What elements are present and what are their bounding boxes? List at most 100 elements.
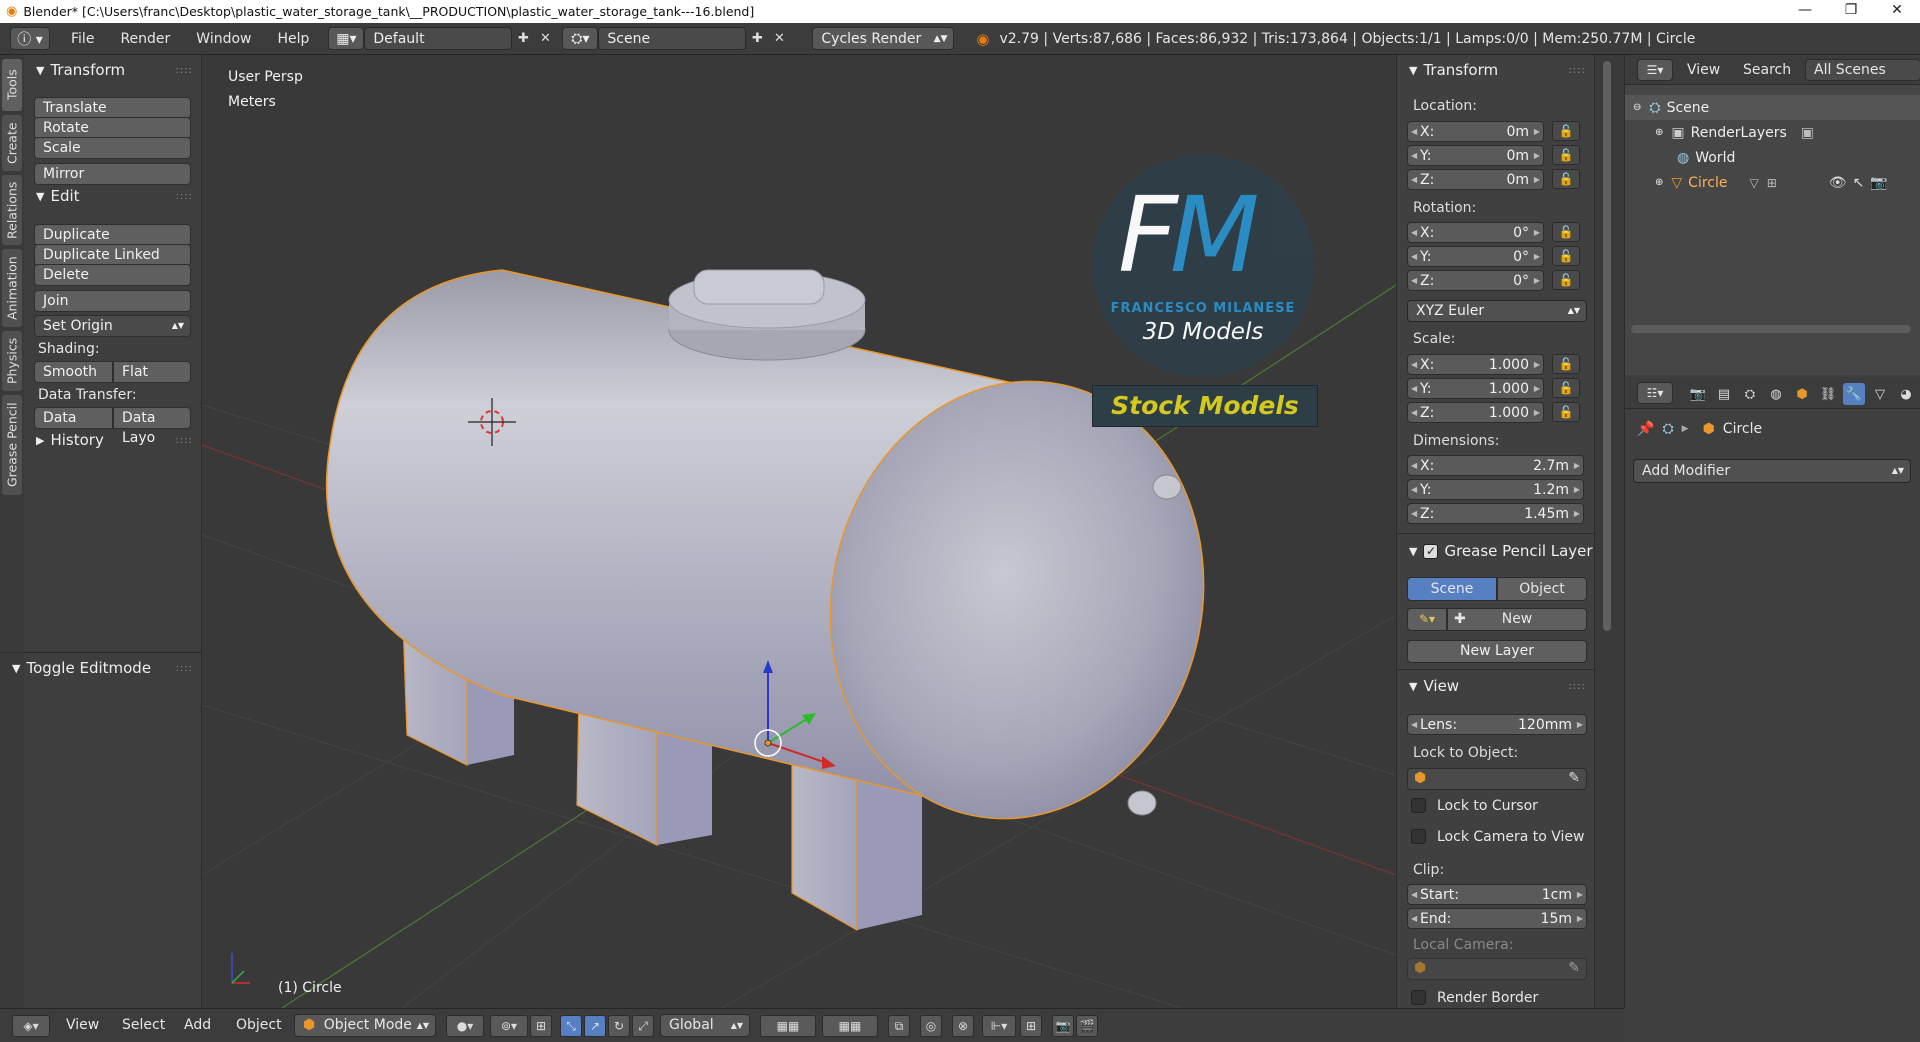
scene-field[interactable]: Scene bbox=[598, 27, 747, 50]
3d-viewport[interactable]: User Persp Meters (1) Circle FM FRANCESC… bbox=[202, 55, 1396, 1008]
translate-button[interactable]: Translate bbox=[34, 97, 191, 119]
outliner-menu-search[interactable]: Search bbox=[1743, 62, 1791, 78]
transform-orientation-dropdown[interactable]: Global ▲▼ bbox=[660, 1014, 750, 1037]
world-tab-icon[interactable]: ◍ bbox=[1765, 383, 1787, 405]
eyedropper-icon[interactable]: ✎ bbox=[1568, 770, 1580, 786]
tab-tools[interactable]: Tools bbox=[2, 59, 22, 111]
menu-object[interactable]: Object bbox=[236, 1017, 282, 1033]
local-camera-field[interactable]: ⬢ ✎ bbox=[1407, 958, 1587, 980]
menu-add[interactable]: Add bbox=[184, 1017, 211, 1033]
outliner-row-renderlayers[interactable]: ⊕ ▣ RenderLayers ▣ bbox=[1625, 120, 1920, 145]
lens-field[interactable]: ◀ Lens: 120mm ▶ bbox=[1407, 714, 1587, 735]
history-panel-header[interactable]: ▶ History bbox=[36, 431, 104, 449]
lock-icon[interactable]: 🔓 bbox=[1552, 145, 1580, 165]
lock-camera-layers-icon[interactable]: ⧉ bbox=[888, 1015, 910, 1037]
render-layers-tab-icon[interactable]: ▤ bbox=[1713, 383, 1735, 405]
grease-scene-toggle[interactable]: Scene bbox=[1407, 577, 1497, 601]
tab-create[interactable]: Create bbox=[2, 115, 22, 171]
modifier-icon[interactable]: ⊞ bbox=[1767, 176, 1777, 190]
render-engine-dropdown[interactable]: Cycles Render ▲▼ bbox=[812, 27, 955, 50]
outliner-hscrollbar[interactable] bbox=[1631, 325, 1911, 333]
menu-file[interactable]: File bbox=[58, 31, 107, 47]
screen-layout-field[interactable]: Default bbox=[364, 27, 513, 50]
menu-select[interactable]: Select bbox=[122, 1017, 165, 1033]
expand-icon[interactable]: ⊕ bbox=[1655, 177, 1663, 188]
duplicate-linked-button[interactable]: Duplicate Linked bbox=[34, 244, 191, 266]
collapse-icon[interactable]: ⊖ bbox=[1633, 102, 1641, 113]
constraints-tab-icon[interactable]: ⛓ bbox=[1817, 383, 1839, 405]
lock-icon[interactable]: 🔓 bbox=[1552, 169, 1580, 189]
add-scene-icon[interactable]: ✚ bbox=[746, 28, 768, 50]
rotation-mode-dropdown[interactable]: XYZ Euler ▲▼ bbox=[1407, 300, 1587, 322]
restore-button[interactable]: ❐ bbox=[1828, 0, 1874, 23]
visibility-eye-icon[interactable]: 👁 bbox=[1829, 175, 1847, 191]
outliner-row-circle[interactable]: ⊕ ▽ Circle ▽ ⊞ 👁 ↖ 📷 bbox=[1625, 170, 1920, 195]
properties-editor-type-icon[interactable]: ☷▾ bbox=[1637, 382, 1673, 404]
editor-type-info-button[interactable]: ⓘ ▾ bbox=[10, 27, 50, 50]
tab-grease-pencil[interactable]: Grease Pencil bbox=[2, 395, 22, 495]
mirror-button[interactable]: Mirror bbox=[34, 163, 191, 185]
dimension-x-field[interactable]: ◀ X: 2.7m ▶ bbox=[1407, 455, 1584, 476]
scene-icon-button[interactable]: ⛭▾ bbox=[562, 27, 599, 50]
lock-icon[interactable]: 🔓 bbox=[1552, 354, 1580, 374]
transform-panel-header[interactable]: ▼ Transform bbox=[36, 61, 125, 79]
pencil-icon[interactable]: ✎▾ bbox=[1407, 608, 1447, 631]
outliner-display-filter[interactable]: All Scenes bbox=[1805, 59, 1920, 81]
outliner-menu-view[interactable]: View bbox=[1687, 62, 1720, 78]
menu-window[interactable]: Window bbox=[183, 31, 264, 47]
drag-handle-icon[interactable]: :::: bbox=[176, 65, 193, 76]
menu-render[interactable]: Render bbox=[107, 31, 183, 47]
view-panel-header[interactable]: ▼ View bbox=[1409, 677, 1459, 695]
grease-pencil-checkbox[interactable]: ✓ bbox=[1423, 543, 1439, 559]
data-transfer-button[interactable]: Data bbox=[34, 407, 113, 429]
clip-end-field[interactable]: ◀ End: 15m ▶ bbox=[1407, 908, 1587, 929]
lock-icon[interactable]: 🔓 bbox=[1552, 222, 1580, 242]
manipulator-toggle-icon[interactable]: ⊞ bbox=[530, 1015, 552, 1037]
clip-start-field[interactable]: ◀ Start: 1cm ▶ bbox=[1407, 884, 1587, 905]
selectable-cursor-icon[interactable]: ↖ bbox=[1853, 175, 1865, 191]
data-tab-icon[interactable]: ▽ bbox=[1869, 383, 1891, 405]
duplicate-button[interactable]: Duplicate bbox=[34, 224, 191, 246]
edit-panel-header[interactable]: ▼ Edit bbox=[36, 187, 80, 205]
scale-x-field[interactable]: ◀ X: 1.000 ▶ bbox=[1407, 354, 1544, 375]
menu-help[interactable]: Help bbox=[264, 31, 322, 47]
lock-icon[interactable]: 🔓 bbox=[1552, 378, 1580, 398]
location-x-field[interactable]: ◀ X: 0m ▶ bbox=[1407, 121, 1544, 142]
scene-tab-icon[interactable]: ⛭ bbox=[1739, 383, 1761, 405]
operator-panel-header[interactable]: ▼ Toggle Editmode bbox=[12, 659, 151, 677]
outliner-row-world[interactable]: ◍ World bbox=[1625, 145, 1920, 170]
menu-view[interactable]: View bbox=[66, 1017, 99, 1033]
opengl-render-icon[interactable]: 📷 bbox=[1052, 1015, 1074, 1037]
drag-handle-icon[interactable]: :::: bbox=[176, 663, 193, 674]
lock-icon[interactable]: 🔓 bbox=[1552, 402, 1580, 422]
delete-scene-icon[interactable]: ✕ bbox=[768, 28, 790, 50]
translate-manipulator-icon[interactable]: ⤡ bbox=[560, 1015, 582, 1037]
npanel-scrollbar[interactable] bbox=[1603, 61, 1611, 631]
pivot-point-icon[interactable]: ⊚▾ bbox=[490, 1015, 528, 1037]
n-transform-header[interactable]: ▼ Transform bbox=[1409, 61, 1498, 79]
object-tab-icon[interactable]: ⬢ bbox=[1791, 383, 1813, 405]
drag-handle-icon[interactable]: :::: bbox=[176, 435, 193, 446]
rotation-x-field[interactable]: ◀ X: 0° ▶ bbox=[1407, 222, 1544, 243]
layers-grid-1-icon[interactable]: ▦▦ bbox=[760, 1015, 816, 1037]
opengl-animation-icon[interactable]: 🎬 bbox=[1076, 1015, 1098, 1037]
scale-z-field[interactable]: ◀ Z: 1.000 ▶ bbox=[1407, 402, 1544, 423]
renderlayer-toggle-icon[interactable]: ▣ bbox=[1801, 125, 1814, 141]
delete-screen-icon[interactable]: ✕ bbox=[534, 28, 556, 50]
viewport-shading-icon[interactable]: ●▾ bbox=[446, 1015, 484, 1037]
lock-cursor-checkbox[interactable] bbox=[1411, 798, 1426, 813]
rotate-manipulator-icon[interactable]: ↻ bbox=[608, 1015, 630, 1037]
location-z-field[interactable]: ◀ Z: 0m ▶ bbox=[1407, 169, 1544, 190]
modifiers-tab-icon[interactable]: 🔧 bbox=[1843, 383, 1865, 405]
rotation-y-field[interactable]: ◀ Y: 0° ▶ bbox=[1407, 246, 1544, 267]
dimension-y-field[interactable]: ◀ Y: 1.2m ▶ bbox=[1407, 479, 1584, 500]
material-tab-icon[interactable]: ◕ bbox=[1895, 383, 1917, 405]
add-screen-icon[interactable]: ✚ bbox=[512, 28, 534, 50]
grease-new-button[interactable]: ✚ New bbox=[1447, 608, 1587, 631]
delete-button[interactable]: Delete bbox=[34, 264, 191, 286]
smooth-button[interactable]: Smooth bbox=[34, 361, 113, 383]
drag-handle-icon[interactable]: :::: bbox=[1569, 681, 1586, 692]
tab-relations[interactable]: Relations bbox=[2, 175, 22, 245]
data-layout-button[interactable]: Data Layo bbox=[113, 407, 191, 446]
rotation-z-field[interactable]: ◀ Z: 0° ▶ bbox=[1407, 270, 1544, 291]
